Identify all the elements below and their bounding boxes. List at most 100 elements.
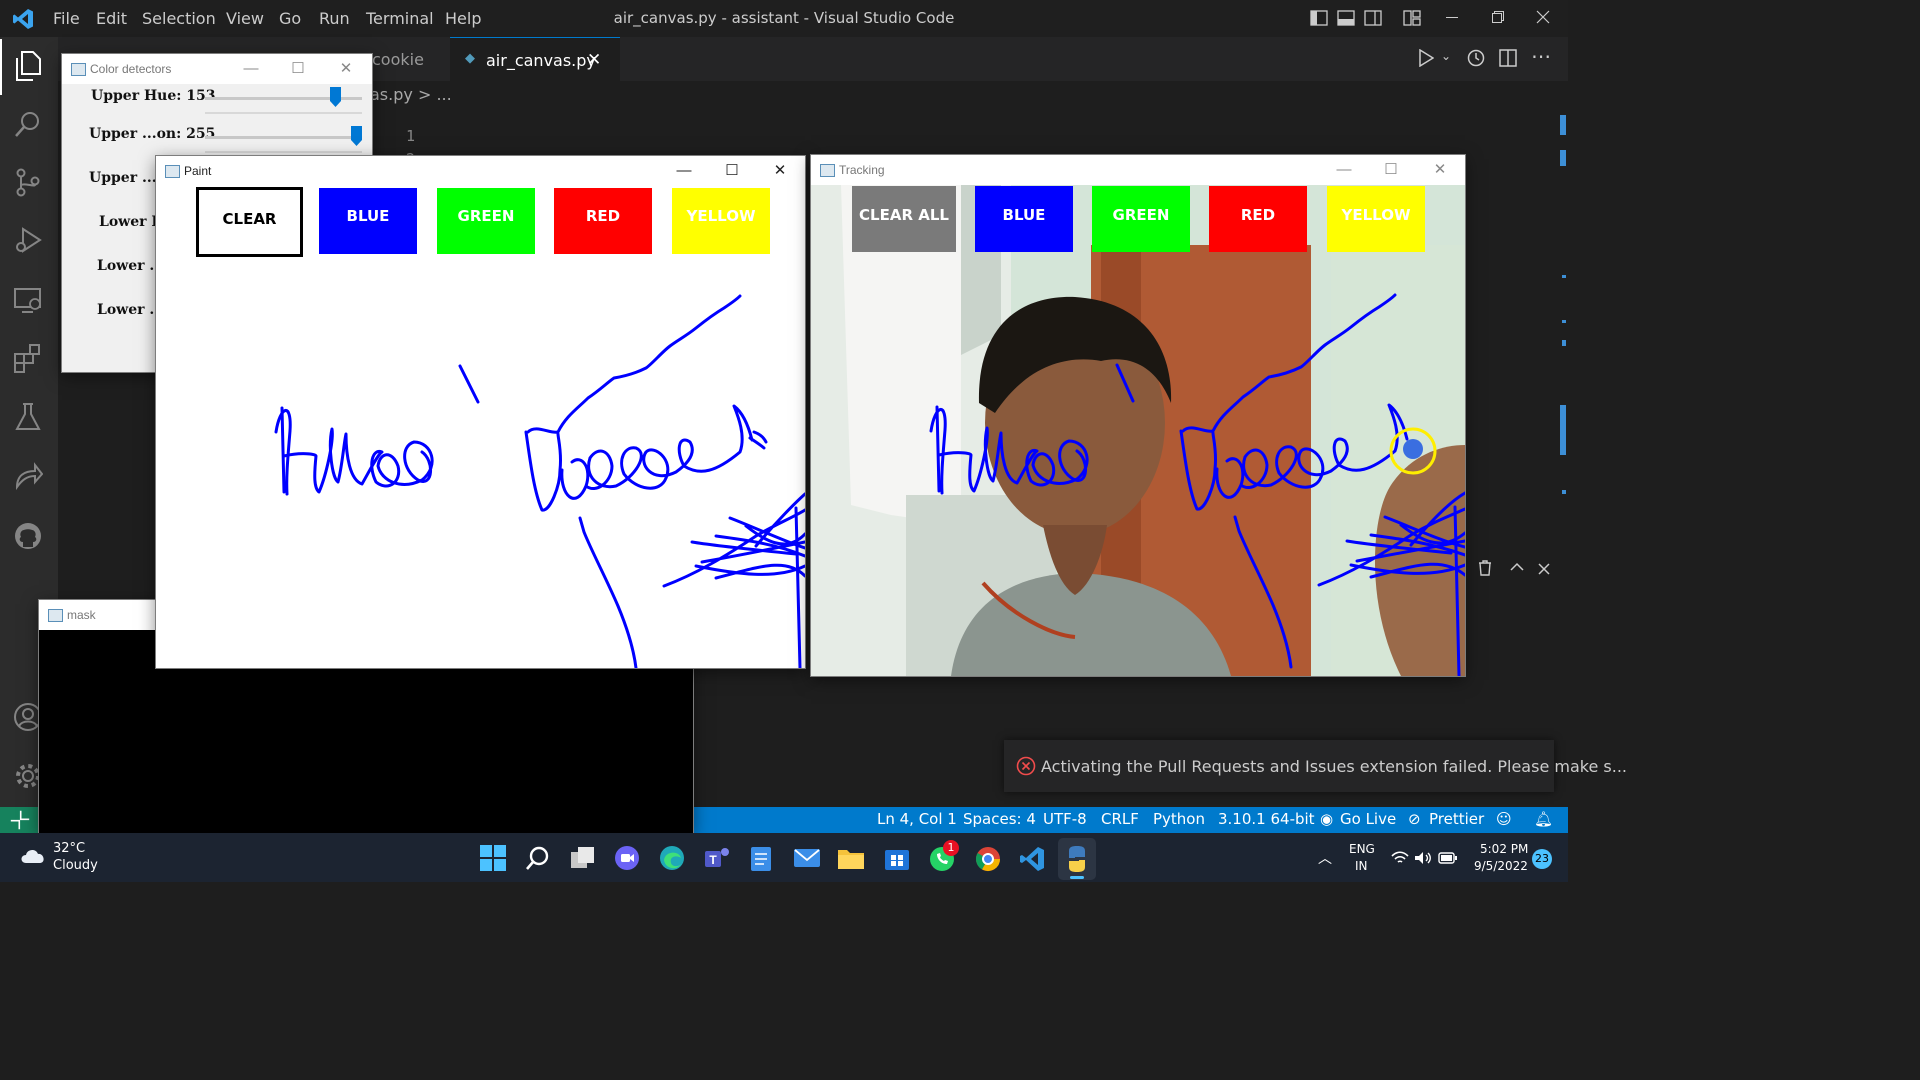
feedback-icon[interactable]: ☺	[1496, 810, 1512, 828]
language-top[interactable]: ENG	[1349, 842, 1375, 856]
upper-saturation-slider[interactable]	[205, 136, 362, 139]
timeline-icon[interactable]	[1466, 48, 1486, 68]
upper-saturation-label: Upper ...on: 255	[89, 126, 216, 142]
minimize-icon[interactable]: —	[1335, 161, 1353, 179]
tab-air-canvas[interactable]: ◆ air_canvas.py ✕	[450, 37, 620, 82]
breadcrumb-file[interactable]: as.py	[370, 85, 413, 104]
chrome-icon[interactable]	[974, 845, 1002, 873]
minimize-icon[interactable]	[1446, 17, 1458, 18]
prettier-icon: ⊘	[1408, 810, 1421, 828]
tracking-titlebar[interactable]: Tracking — ☐ ✕	[811, 155, 1465, 185]
teams-icon[interactable]: T	[703, 845, 731, 871]
line-number: 1	[406, 127, 416, 145]
weather-cloud-icon[interactable]	[18, 845, 48, 865]
panel-trash-icon[interactable]	[1478, 560, 1492, 576]
remote-indicator-icon[interactable]	[0, 807, 40, 833]
status-indentation[interactable]: Spaces: 4	[963, 810, 1036, 828]
paint-clear-button[interactable]: CLEAR	[196, 187, 303, 257]
mail-icon[interactable]	[793, 847, 821, 869]
status-go-live[interactable]: Go Live	[1340, 810, 1396, 828]
tab-close-icon[interactable]: ✕	[587, 50, 601, 70]
more-actions-icon[interactable]: ⋯	[1531, 44, 1551, 68]
paint-green-button[interactable]: GREEN	[437, 188, 535, 254]
python-taskbar-icon[interactable]	[1058, 838, 1096, 880]
restore-icon[interactable]	[1492, 11, 1504, 23]
paint-titlebar[interactable]: Paint — ☐ ✕	[156, 156, 805, 186]
source-control-icon[interactable]	[13, 167, 45, 199]
close-icon[interactable]: ✕	[337, 60, 355, 78]
close-icon[interactable]: ✕	[1431, 161, 1449, 179]
breadcrumb: as.py > ...	[370, 85, 452, 104]
notification-center-badge[interactable]: 23	[1532, 849, 1552, 869]
app-window-icon	[165, 165, 180, 178]
extensions-icon[interactable]	[13, 343, 45, 375]
vscode-taskbar-icon[interactable]	[1018, 845, 1046, 873]
toggle-sidebar-icon[interactable]	[1310, 10, 1328, 26]
status-interpreter[interactable]: 3.10.1 64-bit	[1218, 810, 1315, 828]
tab-inactive-label[interactable]: cookie	[372, 50, 424, 69]
customize-layout-icon[interactable]	[1403, 10, 1421, 26]
tracking-clear-all-button[interactable]: CLEAR ALL	[852, 186, 956, 252]
minimize-icon[interactable]: —	[242, 60, 260, 78]
breadcrumb-sep: >	[417, 85, 432, 104]
file-explorer-icon[interactable]	[837, 846, 865, 870]
paint-window[interactable]: Paint — ☐ ✕ CLEAR BLUE GREEN RED YELLOW	[156, 156, 805, 668]
status-cursor-position[interactable]: Ln 4, Col 1	[877, 810, 957, 828]
explorer-icon[interactable]	[13, 50, 45, 82]
status-eol[interactable]: CRLF	[1101, 810, 1139, 828]
tracking-yellow-button[interactable]: YELLOW	[1327, 186, 1425, 252]
task-view-icon[interactable]	[570, 846, 596, 870]
volume-icon[interactable]	[1414, 851, 1432, 865]
weather-temp[interactable]: 32°C	[53, 841, 85, 856]
color-detectors-titlebar[interactable]: Color detectors — ☐ ✕	[62, 54, 372, 84]
maximize-icon[interactable]: ☐	[1382, 161, 1400, 179]
start-windows-icon[interactable]	[480, 845, 506, 871]
battery-icon[interactable]	[1438, 852, 1458, 864]
notification-toast[interactable]: Activating the Pull Requests and Issues …	[1004, 740, 1627, 792]
testing-icon[interactable]	[13, 402, 45, 434]
weather-desc[interactable]: Cloudy	[53, 858, 98, 873]
paint-canvas-drawing[interactable]	[156, 256, 805, 668]
clock-time[interactable]: 5:02 PM	[1480, 842, 1528, 856]
live-share-icon[interactable]	[13, 461, 45, 493]
panel-maximize-icon[interactable]	[1510, 562, 1524, 572]
maximize-icon[interactable]: ☐	[289, 60, 307, 78]
run-debug-icon[interactable]	[13, 225, 45, 257]
run-python-icon[interactable]	[1418, 49, 1434, 67]
taskbar-search-icon[interactable]	[525, 845, 551, 871]
paint-blue-button[interactable]: BLUE	[319, 188, 417, 254]
run-dropdown-icon[interactable]: ⌄	[1441, 49, 1451, 63]
maximize-icon[interactable]: ☐	[723, 162, 741, 180]
status-encoding[interactable]: UTF-8	[1043, 810, 1087, 828]
edge-icon[interactable]	[659, 845, 685, 871]
panel-close-icon[interactable]	[1538, 563, 1550, 575]
close-icon[interactable]: ✕	[771, 162, 789, 180]
tracking-window[interactable]: Tracking — ☐ ✕ CLEAR ALL BLUE GREEN RED …	[811, 155, 1465, 676]
mask-title: mask	[67, 608, 96, 622]
breadcrumb-more[interactable]: ...	[436, 85, 451, 104]
minimap[interactable]	[1550, 105, 1568, 525]
github-icon[interactable]	[13, 521, 45, 553]
paint-yellow-button[interactable]: YELLOW	[672, 188, 770, 254]
toggle-secondary-sidebar-icon[interactable]	[1364, 10, 1382, 26]
tracking-green-button[interactable]: GREEN	[1092, 186, 1190, 252]
tracking-red-button[interactable]: RED	[1209, 186, 1307, 252]
close-window-icon[interactable]	[1536, 10, 1550, 24]
minimize-icon[interactable]: —	[675, 162, 693, 180]
notepad-icon[interactable]	[750, 844, 772, 872]
toggle-panel-icon[interactable]	[1337, 10, 1355, 26]
notifications-bell-icon[interactable]: 🔔︎	[1534, 810, 1553, 828]
paint-red-button[interactable]: RED	[554, 188, 652, 254]
status-language[interactable]: Python	[1153, 810, 1205, 828]
show-hidden-icons-icon[interactable]: ︿	[1318, 848, 1332, 868]
search-icon[interactable]	[13, 109, 45, 141]
split-editor-icon[interactable]	[1499, 49, 1517, 67]
language-bottom[interactable]: IN	[1355, 859, 1368, 873]
tracking-blue-button[interactable]: BLUE	[975, 186, 1073, 252]
wifi-icon[interactable]	[1391, 851, 1409, 865]
clock-date[interactable]: 9/5/2022	[1474, 859, 1528, 873]
store-icon[interactable]	[884, 845, 910, 871]
status-prettier[interactable]: Prettier	[1429, 810, 1484, 828]
chat-icon[interactable]	[614, 845, 640, 871]
remote-explorer-icon[interactable]	[13, 285, 45, 317]
